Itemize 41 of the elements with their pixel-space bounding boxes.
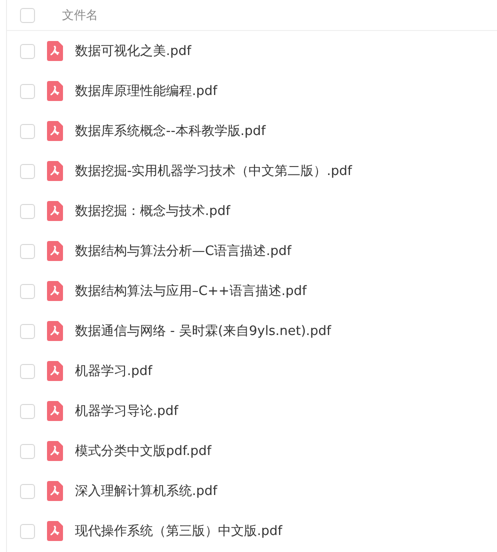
file-name[interactable]: 数据挖掘-实用机器学习技术（中文第二版）.pdf xyxy=(75,162,352,180)
column-header[interactable]: 文件名 xyxy=(62,6,98,24)
checkbox[interactable] xyxy=(20,524,35,538)
checkbox[interactable] xyxy=(20,364,35,378)
checkbox[interactable] xyxy=(20,444,35,458)
file-name[interactable]: 数据库系统概念--本科教学版.pdf xyxy=(75,122,266,140)
file-name[interactable]: 数据结构与算法分析—C语言描述.pdf xyxy=(75,242,292,260)
file-name[interactable]: 数据挖掘：概念与技术.pdf xyxy=(75,202,230,220)
pdf-file-icon xyxy=(47,321,63,341)
file-name[interactable]: 现代操作系统（第三版）中文版.pdf xyxy=(75,522,282,540)
checkbox[interactable] xyxy=(20,204,35,218)
pdf-file-icon xyxy=(47,361,63,381)
checkbox[interactable] xyxy=(20,404,35,418)
checkbox[interactable] xyxy=(20,244,35,258)
checkbox[interactable] xyxy=(20,8,35,22)
pdf-file-icon xyxy=(47,401,63,421)
file-name[interactable]: 数据可视化之美.pdf xyxy=(75,42,192,60)
pdf-file-icon xyxy=(47,481,63,501)
file-name[interactable]: 数据通信与网络 - 吴时霖(来自9yls.net).pdf xyxy=(75,322,332,340)
checkbox[interactable] xyxy=(20,84,35,98)
checkbox[interactable] xyxy=(20,284,35,298)
file-name[interactable]: 深入理解计算机系统.pdf xyxy=(75,482,218,500)
pdf-file-icon xyxy=(47,81,63,101)
checkbox[interactable] xyxy=(20,484,35,498)
pdf-file-icon xyxy=(47,241,63,261)
file-name[interactable]: 机器学习导论.pdf xyxy=(75,402,178,420)
pdf-file-icon xyxy=(47,161,63,181)
checkbox[interactable] xyxy=(20,324,35,338)
pdf-file-icon xyxy=(47,281,63,301)
pdf-file-icon xyxy=(47,41,63,61)
file-name[interactable]: 模式分类中文版pdf.pdf xyxy=(75,442,212,460)
checkbox[interactable] xyxy=(20,164,35,178)
pdf-file-icon xyxy=(47,441,63,461)
pdf-file-icon xyxy=(47,521,63,541)
file-name[interactable]: 数据结构算法与应用–C++语言描述.pdf xyxy=(75,282,307,300)
pdf-file-icon xyxy=(47,121,63,141)
checkbox[interactable] xyxy=(20,44,35,58)
pdf-file-icon xyxy=(47,201,63,221)
checkbox[interactable] xyxy=(20,124,35,138)
file-name[interactable]: 数据库原理性能编程.pdf xyxy=(75,82,218,100)
file-name[interactable]: 机器学习.pdf xyxy=(75,362,152,380)
